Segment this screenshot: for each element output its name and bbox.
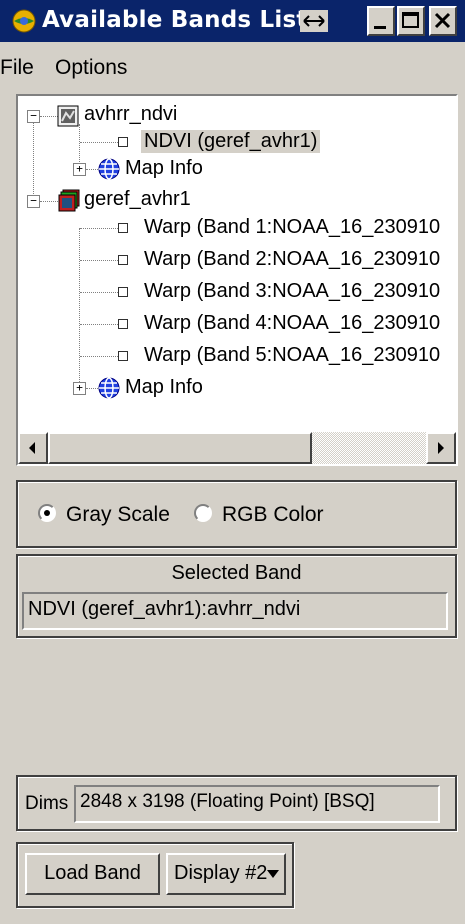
dims-label: Dims [25, 793, 69, 814]
band-leaf-icon [118, 319, 128, 329]
minimize-icon [374, 26, 386, 29]
scroll-right-button[interactable] [426, 432, 456, 464]
tree-band-ndvi[interactable]: NDVI (geref_avhr1) [141, 130, 321, 153]
selected-band-group: Selected Band NDVI (geref_avhr1):avhrr_n… [16, 554, 457, 638]
load-band-button[interactable]: Load Band [25, 853, 160, 895]
expand-toggle-map-info-2[interactable]: + [73, 382, 86, 395]
scroll-left-button[interactable] [18, 432, 48, 464]
actions-group: Load Band Display #2 [16, 842, 294, 908]
tree-map-info-1[interactable]: Map Info [125, 157, 203, 180]
maximize-button[interactable] [397, 6, 425, 36]
dims-group: Dims 2848 x 3198 (Floating Point) [BSQ] [16, 775, 457, 831]
globe-icon [98, 377, 120, 399]
selected-band-heading: Selected Band [171, 562, 302, 584]
tree-band-warp-4[interactable]: Warp (Band 4:NOAA_16_230910 [144, 312, 440, 335]
maximize-icon [402, 12, 419, 28]
arrow-right-icon [438, 442, 444, 454]
tree-file-geref-avhr1[interactable]: geref_avhr1 [84, 188, 191, 211]
tree-map-info-2[interactable]: Map Info [125, 376, 203, 399]
color-mode-group: Gray Scale RGB Color [16, 480, 457, 548]
close-button[interactable] [429, 6, 457, 36]
label-gray-scale[interactable]: Gray Scale [66, 503, 170, 527]
globe-icon [98, 158, 120, 180]
tree-band-warp-5[interactable]: Warp (Band 5:NOAA_16_230910 [144, 344, 440, 367]
window-title: Available Bands List [42, 7, 308, 33]
display-dropdown[interactable]: Display #2 [166, 853, 286, 895]
dims-field: 2848 x 3198 (Floating Point) [BSQ] [74, 785, 440, 823]
tree-band-warp-3[interactable]: Warp (Band 3:NOAA_16_230910 [144, 280, 440, 303]
double-arrow-icon[interactable] [299, 9, 329, 33]
close-icon [434, 12, 451, 29]
tree-band-warp-1[interactable]: Warp (Band 1:NOAA_16_230910 [144, 216, 440, 239]
band-tree-panel[interactable]: − avhrr_ndvi NDVI (geref_avhr1) + Map In… [16, 94, 458, 466]
band-leaf-icon [118, 223, 128, 233]
menu-options[interactable]: Options [55, 56, 127, 80]
band-leaf-icon [118, 287, 128, 297]
label-rgb-color[interactable]: RGB Color [222, 503, 324, 527]
collapse-toggle-geref-avhr1[interactable]: − [27, 195, 40, 208]
band-tree: − avhrr_ndvi NDVI (geref_avhr1) + Map In… [18, 96, 456, 434]
multiband-file-icon [58, 189, 80, 212]
minimize-button[interactable] [367, 6, 395, 36]
app-globe-icon [12, 9, 36, 33]
band-leaf-icon [118, 255, 128, 265]
scroll-thumb[interactable] [48, 432, 312, 464]
selected-band-field: NDVI (geref_avhr1):avhrr_ndvi [22, 592, 448, 630]
image-file-icon [57, 105, 79, 127]
scroll-track[interactable] [48, 432, 426, 464]
collapse-toggle-avhrr-ndvi[interactable]: − [27, 110, 40, 123]
horizontal-scrollbar[interactable] [18, 432, 456, 464]
expand-toggle-map-info-1[interactable]: + [73, 163, 86, 176]
arrow-left-icon [29, 442, 35, 454]
chevron-down-icon [267, 870, 279, 878]
menu-file[interactable]: File [0, 56, 34, 80]
band-leaf-icon [118, 351, 128, 361]
display-dropdown-label: Display #2 [174, 862, 268, 884]
tree-file-avhrr-ndvi[interactable]: avhrr_ndvi [84, 103, 177, 126]
tree-band-warp-2[interactable]: Warp (Band 2:NOAA_16_230910 [144, 248, 440, 271]
title-bar[interactable]: Available Bands List [0, 0, 465, 42]
radio-gray-scale[interactable] [38, 504, 56, 522]
band-leaf-icon [118, 137, 128, 147]
radio-rgb-color[interactable] [194, 504, 212, 522]
